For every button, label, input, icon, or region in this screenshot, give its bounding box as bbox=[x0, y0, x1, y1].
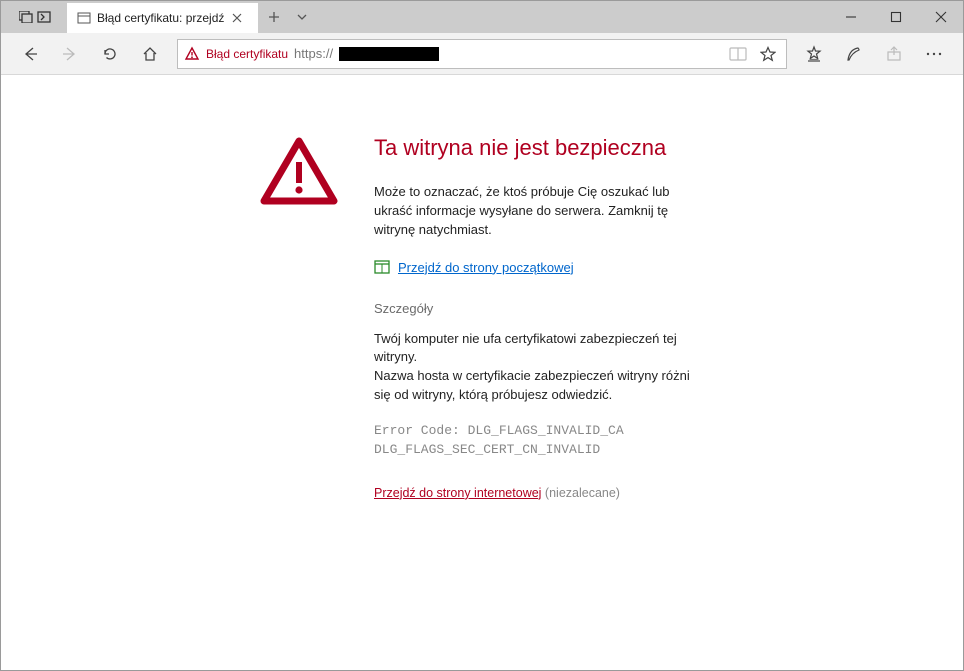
minimize-button[interactable] bbox=[828, 1, 873, 33]
close-window-button[interactable] bbox=[918, 1, 963, 33]
warning-triangle-icon bbox=[260, 135, 340, 500]
window-controls bbox=[828, 1, 963, 33]
refresh-button[interactable] bbox=[91, 37, 129, 71]
tab-title: Błąd certyfikatu: przejdź bbox=[97, 11, 224, 25]
address-bar[interactable]: Błąd certyfikatu https:// bbox=[177, 39, 787, 69]
error-body: Może to oznaczać, że ktoś próbuje Cię os… bbox=[374, 183, 704, 240]
details-heading: Szczegóły bbox=[374, 301, 704, 316]
maximize-button[interactable] bbox=[873, 1, 918, 33]
home-button[interactable] bbox=[131, 37, 169, 71]
toolbar: Błąd certyfikatu https:// bbox=[1, 33, 963, 75]
forward-button[interactable] bbox=[51, 37, 89, 71]
tabstrip-actions bbox=[1, 1, 67, 33]
new-tab-button[interactable] bbox=[259, 1, 289, 33]
proceed-anyway-link[interactable]: Przejdź do strony internetowej bbox=[374, 486, 541, 500]
url-host-redacted bbox=[339, 47, 439, 61]
go-home-link[interactable]: Przejdź do strony początkowej bbox=[398, 260, 574, 275]
tab-favicon bbox=[77, 11, 91, 25]
details-text: Twój komputer nie ufa certyfikatowi zabe… bbox=[374, 330, 704, 405]
page-content: Ta witryna nie jest bezpieczna Może to o… bbox=[1, 75, 963, 500]
back-button[interactable] bbox=[11, 37, 49, 71]
titlebar: Błąd certyfikatu: przejdź bbox=[1, 1, 963, 33]
more-icon[interactable] bbox=[915, 37, 953, 71]
error-title: Ta witryna nie jest bezpieczna bbox=[374, 135, 704, 161]
web-note-icon[interactable] bbox=[835, 37, 873, 71]
reading-view-icon[interactable] bbox=[726, 47, 750, 61]
home-page-icon bbox=[374, 260, 390, 274]
url-scheme: https:// bbox=[294, 46, 333, 61]
set-aside-tabs-icon[interactable] bbox=[37, 11, 49, 23]
proceed-note: (niezalecane) bbox=[541, 486, 620, 500]
browser-tab[interactable]: Błąd certyfikatu: przejdź bbox=[67, 3, 259, 33]
cert-status-label: Błąd certyfikatu bbox=[206, 47, 288, 61]
titlebar-spacer bbox=[315, 1, 828, 33]
cert-warning-icon bbox=[184, 46, 200, 62]
tab-actions-chevron-icon[interactable] bbox=[289, 1, 315, 33]
tab-preview-icon[interactable] bbox=[19, 11, 31, 23]
error-code: Error Code: DLG_FLAGS_INVALID_CA DLG_FLA… bbox=[374, 421, 704, 460]
close-tab-button[interactable] bbox=[230, 11, 244, 25]
favorite-star-icon[interactable] bbox=[756, 46, 780, 62]
favorites-list-icon[interactable] bbox=[795, 37, 833, 71]
share-icon[interactable] bbox=[875, 37, 913, 71]
